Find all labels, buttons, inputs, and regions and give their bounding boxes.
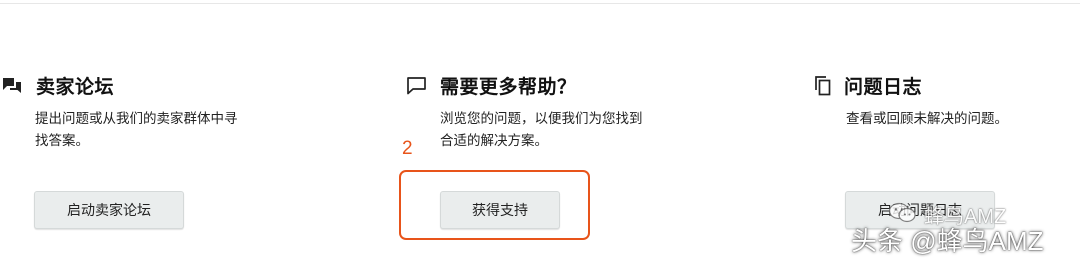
- need-help-description: 浏览您的问题，以便我们为您找到 合适的解决方案。: [440, 111, 643, 149]
- need-help-title: 需要更多帮助？: [440, 76, 577, 98]
- seller-forum-header: 卖家论坛: [2, 72, 114, 99]
- chat-bubbles-icon: [2, 76, 22, 96]
- case-log-header: 问题日志: [813, 72, 922, 99]
- need-help-header: 需要更多帮助？: [406, 72, 577, 99]
- case-log-title: 问题日志: [844, 76, 923, 98]
- seller-forum-card: 卖家论坛 提出问题或从我们的卖家群体中寻 找答案。 启动卖家论坛: [0, 0, 300, 261]
- annotation-highlight-box: [399, 170, 590, 240]
- seller-forum-title: 卖家论坛: [36, 76, 115, 98]
- annotation-number: 2: [402, 138, 413, 159]
- launch-seller-forum-button[interactable]: 启动卖家论坛: [34, 191, 184, 229]
- chat-bubble-outline-icon: [406, 76, 428, 96]
- seller-forum-description: 提出问题或从我们的卖家群体中寻 找答案。: [35, 111, 238, 149]
- case-log-description: 查看或回顾未解决的问题。: [846, 111, 1008, 127]
- watermark-bottom: 头条 @蜂鸟AMZ: [851, 226, 1044, 256]
- copy-document-icon: [813, 75, 833, 97]
